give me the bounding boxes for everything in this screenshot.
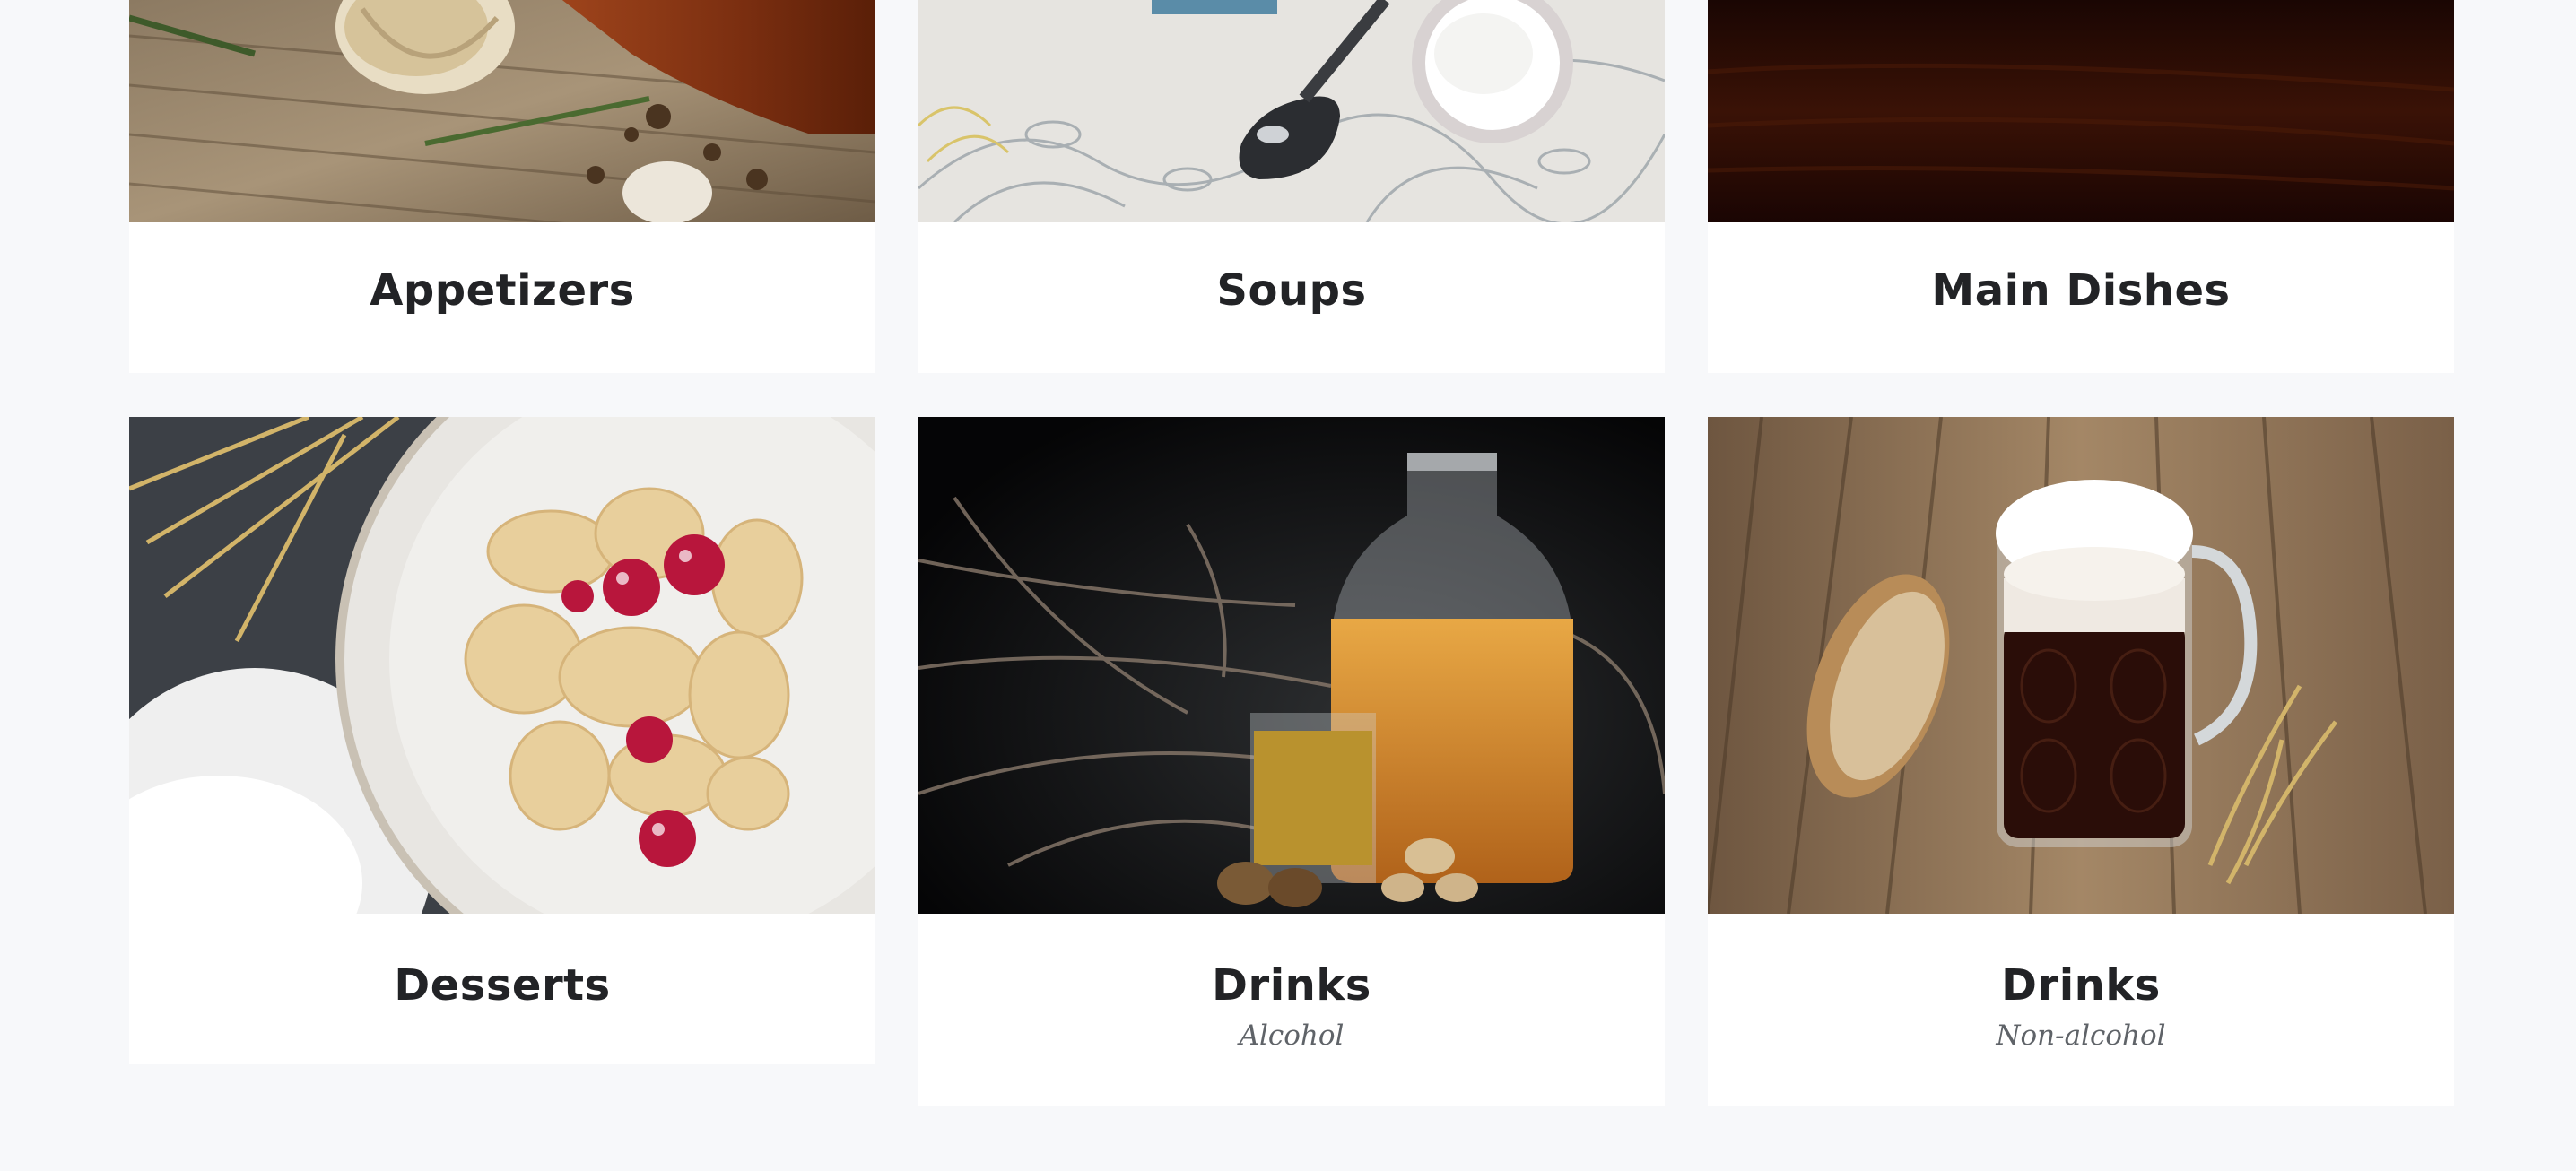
category-card-drinks-non-alcohol[interactable]: Drinks Non-alcohol xyxy=(1708,417,2454,1106)
soups-photo[interactable] xyxy=(918,0,1665,222)
category-title: Main Dishes xyxy=(1931,265,2231,316)
category-title: Desserts xyxy=(394,960,611,1011)
category-subtitle: Non-alcohol xyxy=(1996,1019,2166,1052)
card-body: Appetizers xyxy=(129,265,875,316)
card-body: Drinks Non-alcohol xyxy=(1708,960,2454,1052)
category-title: Drinks xyxy=(1212,960,1371,1011)
category-subtitle: Alcohol xyxy=(1239,1019,1345,1052)
card-body: Drinks Alcohol xyxy=(918,960,1665,1052)
appetizers-photo[interactable] xyxy=(129,0,875,222)
category-card-appetizers[interactable]: Appetizers xyxy=(129,0,875,373)
category-card-main-dishes[interactable]: Main Dishes xyxy=(1708,0,2454,373)
category-title: Drinks xyxy=(2001,960,2161,1011)
main-dishes-photo[interactable] xyxy=(1708,0,2454,222)
drinks-non-alcohol-photo[interactable] xyxy=(1708,417,2454,914)
card-body: Soups xyxy=(918,265,1665,316)
card-body: Desserts xyxy=(129,960,875,1011)
category-card-desserts[interactable]: Desserts xyxy=(129,417,875,1064)
category-card-soups[interactable]: Soups xyxy=(918,0,1665,373)
category-title: Soups xyxy=(1216,265,1367,316)
desserts-photo[interactable] xyxy=(129,417,875,914)
category-title: Appetizers xyxy=(370,265,635,316)
card-body: Main Dishes xyxy=(1708,265,2454,316)
drinks-alcohol-photo[interactable] xyxy=(918,417,1665,914)
category-card-drinks-alcohol[interactable]: Drinks Alcohol xyxy=(918,417,1665,1106)
